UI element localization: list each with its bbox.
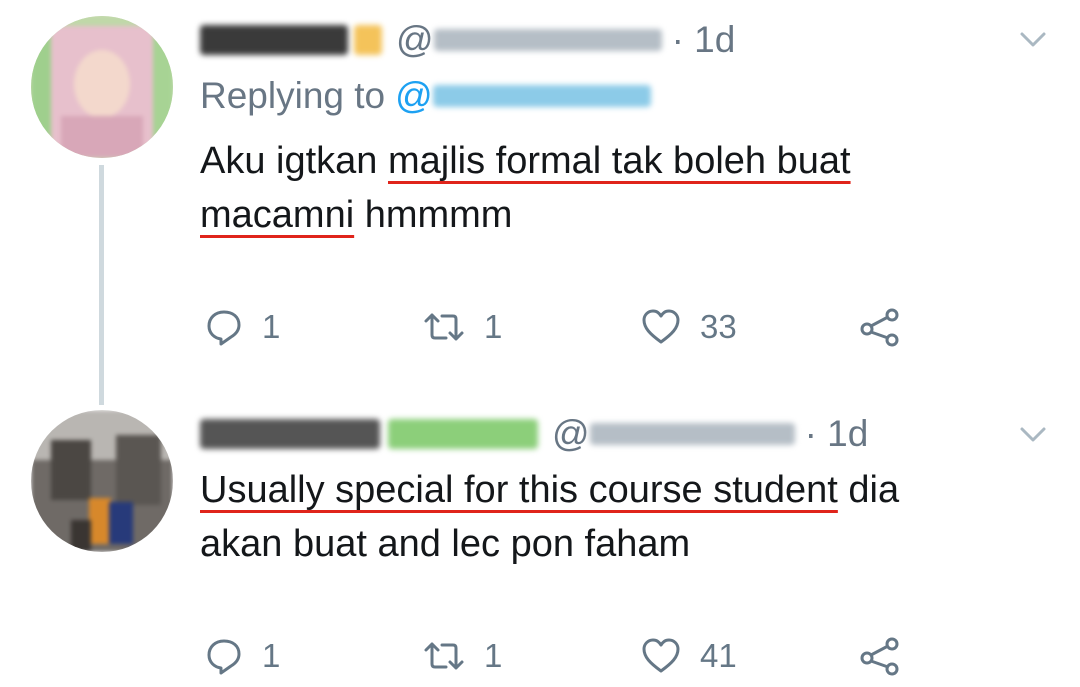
display-name[interactable]: [200, 25, 348, 55]
handle[interactable]: [433, 29, 662, 51]
handle[interactable]: [589, 423, 795, 445]
retweet-button[interactable]: 1: [422, 299, 502, 355]
text-plain: dia: [837, 469, 900, 511]
timestamp[interactable]: · 1d: [805, 413, 869, 455]
tweet-text-line-2: akan buat and lec pon faham: [200, 523, 691, 565]
reply-count: 1: [262, 308, 281, 345]
like-count: 41: [700, 637, 737, 674]
text-plain: Aku igtkan: [200, 140, 388, 182]
chevron-down-icon[interactable]: [1016, 417, 1050, 451]
text-underlined: macamni: [200, 194, 355, 236]
tweet-actions: 1 1 41: [200, 628, 960, 684]
tweet-text-line-1: Aku igtkan majlis formal tak boleh buat: [200, 134, 851, 188]
share-button[interactable]: [858, 299, 902, 355]
chevron-down-icon[interactable]: [1016, 22, 1050, 56]
retweet-button[interactable]: 1: [422, 628, 502, 684]
reply-button[interactable]: 1: [204, 299, 280, 355]
retweet-count: 1: [484, 308, 503, 345]
like-icon: [642, 309, 680, 344]
tweet-text: Usually special for this course student …: [200, 463, 899, 571]
verified-emoji: [354, 25, 382, 55]
tweet-text-line-2: macamni hmmmm: [200, 188, 851, 242]
reply-icon: [207, 639, 241, 675]
replying-label: Replying to: [200, 75, 386, 116]
text-plain: hmmmm: [354, 194, 513, 236]
tweet-actions: 1 1 33: [200, 299, 960, 355]
avatar[interactable]: [31, 410, 173, 552]
handle-at: @: [552, 413, 590, 454]
replying-handle[interactable]: [432, 85, 651, 107]
share-button[interactable]: [858, 628, 902, 684]
tweet-text: Aku igtkan majlis formal tak boleh buat …: [200, 134, 851, 242]
timestamp[interactable]: · 1d: [672, 19, 736, 61]
replying-to: Replying to @: [200, 75, 651, 117]
tweet-text-line-1: Usually special for this course student …: [200, 463, 899, 517]
like-button[interactable]: 33: [640, 299, 737, 355]
retweet-icon: [424, 313, 464, 341]
retweet-icon: [424, 642, 464, 670]
retweet-count: 1: [484, 637, 503, 674]
like-button[interactable]: 41: [640, 628, 737, 684]
replying-at[interactable]: @: [395, 75, 433, 117]
tweet-header: @ · 1d: [200, 406, 868, 462]
reply-button[interactable]: 1: [204, 628, 280, 684]
like-count: 33: [700, 308, 737, 345]
like-icon: [642, 638, 680, 673]
display-name[interactable]: [200, 419, 380, 449]
avatar[interactable]: [31, 16, 173, 158]
reply-icon: [207, 310, 241, 346]
name-emoji: [388, 419, 538, 449]
tweet-header: @ · 1d: [200, 12, 735, 68]
share-icon: [860, 637, 899, 676]
thread-line: [99, 165, 104, 405]
handle-at: @: [396, 19, 434, 60]
share-icon: [860, 308, 899, 347]
reply-count: 1: [262, 637, 281, 674]
text-underlined: Usually special for this course student: [200, 469, 838, 511]
text-underlined: majlis formal tak boleh buat: [388, 140, 851, 182]
